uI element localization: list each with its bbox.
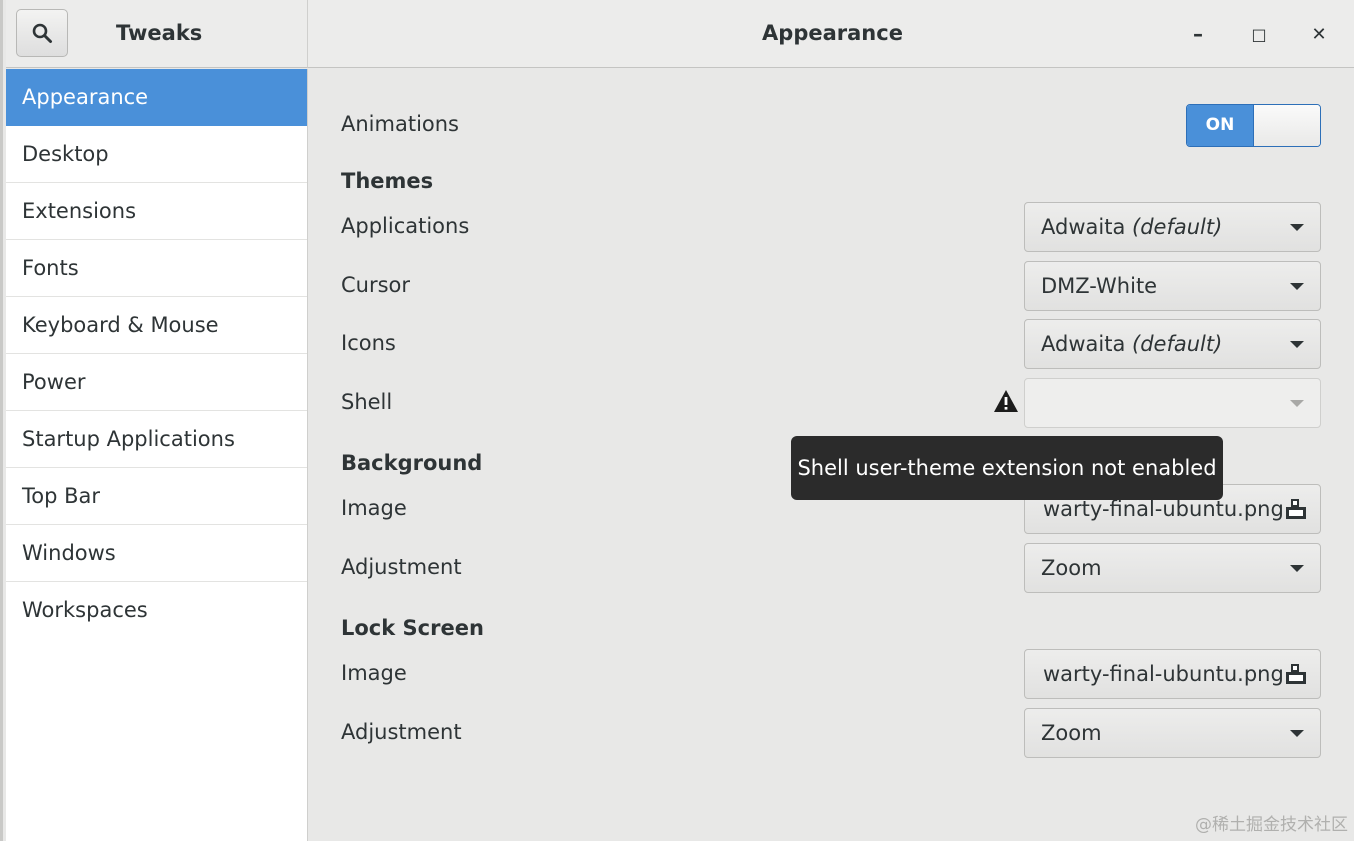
sidebar-item-label: Power: [22, 370, 86, 394]
sidebar-item-label: Desktop: [22, 142, 109, 166]
chevron-down-icon: [1290, 400, 1304, 407]
sidebar-item-label: Keyboard & Mouse: [22, 313, 219, 337]
header-right: Appearance – □ ✕: [308, 0, 1354, 68]
animations-switch[interactable]: ON: [1186, 104, 1321, 147]
sidebar-item-label: Top Bar: [22, 484, 101, 508]
sidebar: Appearance Desktop Extensions Fonts Keyb…: [6, 69, 308, 841]
sidebar-item-label: Startup Applications: [22, 427, 235, 451]
background-section-title: Background: [341, 451, 483, 475]
sidebar-item-power[interactable]: Power: [6, 354, 307, 411]
sidebar-item-startup-applications[interactable]: Startup Applications: [6, 411, 307, 468]
minimize-icon: –: [1193, 22, 1203, 46]
lock-screen-adjustment-combo[interactable]: Zoom: [1024, 708, 1321, 758]
sidebar-item-top-bar[interactable]: Top Bar: [6, 468, 307, 525]
sidebar-item-label: Windows: [22, 541, 116, 565]
chevron-down-icon: [1290, 341, 1304, 348]
themes-section-title: Themes: [341, 169, 434, 193]
combo-value: Adwaita: [1041, 215, 1126, 239]
file-name: warty-final-ubuntu.png: [1043, 497, 1284, 521]
sidebar-item-keyboard-mouse[interactable]: Keyboard & Mouse: [6, 297, 307, 354]
lock-screen-image-chooser[interactable]: warty-final-ubuntu.png: [1024, 649, 1321, 699]
minimize-button[interactable]: –: [1180, 16, 1216, 52]
sidebar-item-workspaces[interactable]: Workspaces: [6, 582, 307, 639]
chevron-down-icon: [1290, 224, 1304, 231]
maximize-button[interactable]: □: [1241, 16, 1277, 52]
combo-default-suffix: (default): [1132, 215, 1223, 239]
lock-screen-section-title: Lock Screen: [341, 616, 484, 640]
close-button[interactable]: ✕: [1301, 16, 1337, 52]
file-name: warty-final-ubuntu.png: [1043, 662, 1284, 686]
lock-screen-adjustment-label: Adjustment: [341, 720, 462, 744]
applications-theme-combo[interactable]: Adwaita (default): [1024, 202, 1321, 252]
sidebar-item-label: Workspaces: [22, 598, 148, 622]
sidebar-item-extensions[interactable]: Extensions: [6, 183, 307, 240]
background-adjustment-label: Adjustment: [341, 555, 462, 579]
search-button[interactable]: [16, 9, 68, 57]
app-title: Tweaks: [116, 21, 203, 45]
combo-value: Adwaita: [1041, 332, 1126, 356]
combo-value: DMZ-White: [1041, 274, 1158, 298]
combo-default-suffix: (default): [1132, 332, 1223, 356]
icons-theme-combo[interactable]: Adwaita (default): [1024, 319, 1321, 369]
icons-label: Icons: [341, 331, 396, 355]
chevron-down-icon: [1290, 730, 1304, 737]
switch-knob[interactable]: [1253, 105, 1320, 146]
sidebar-item-fonts[interactable]: Fonts: [6, 240, 307, 297]
animations-label: Animations: [341, 112, 460, 136]
appearance-panel: Animations ON Themes Applications Adwait…: [309, 69, 1354, 841]
close-icon: ✕: [1311, 23, 1327, 45]
tweaks-window: Tweaks Appearance – □ ✕ Appearance Deskt…: [0, 0, 1354, 841]
combo-value: Zoom: [1041, 556, 1102, 580]
background-image-label: Image: [341, 496, 407, 520]
shell-label: Shell: [341, 390, 393, 414]
chevron-down-icon: [1290, 283, 1304, 290]
maximize-icon: □: [1251, 24, 1267, 44]
shell-warning-tooltip: Shell user-theme extension not enabled: [791, 436, 1223, 500]
sidebar-item-label: Extensions: [22, 199, 137, 223]
lock-screen-image-label: Image: [341, 661, 407, 685]
search-icon: [32, 23, 52, 43]
sidebar-item-appearance[interactable]: Appearance: [6, 69, 307, 126]
combo-value: Zoom: [1041, 721, 1102, 745]
header-left: Tweaks: [6, 0, 308, 68]
warning-icon: [994, 390, 1018, 412]
document-open-icon: [1286, 499, 1306, 519]
background-adjustment-combo[interactable]: Zoom: [1024, 543, 1321, 593]
sidebar-item-desktop[interactable]: Desktop: [6, 126, 307, 183]
document-open-icon: [1286, 664, 1306, 684]
watermark: @稀土掘金技术社区: [1195, 815, 1348, 835]
cursor-theme-combo[interactable]: DMZ-White: [1024, 261, 1321, 311]
chevron-down-icon: [1290, 565, 1304, 572]
shell-theme-combo[interactable]: [1024, 378, 1321, 428]
sidebar-item-label: Appearance: [22, 85, 149, 109]
cursor-label: Cursor: [341, 273, 411, 297]
sidebar-item-windows[interactable]: Windows: [6, 525, 307, 582]
switch-on-label: ON: [1187, 105, 1253, 146]
sidebar-item-label: Fonts: [22, 256, 79, 280]
applications-label: Applications: [341, 214, 470, 238]
